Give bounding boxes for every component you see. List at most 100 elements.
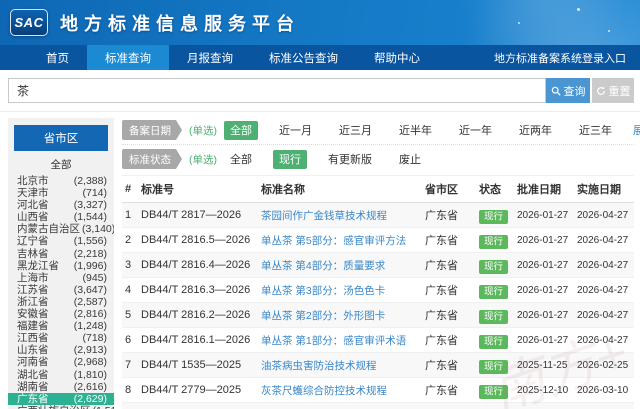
region-name: 辽宁省 <box>17 235 49 247</box>
row-number: 3 <box>122 253 138 278</box>
standard-name-link[interactable]: 茶园间作广金钱草技术规程 <box>261 210 387 222</box>
query-button[interactable]: 查询 <box>546 78 590 103</box>
region-count: (2,587) <box>74 296 107 308</box>
status-cell: 现行 <box>476 303 514 328</box>
sidebar-region-item[interactable]: 天津市(714) <box>8 187 114 199</box>
approve-date: 2026-01-27 <box>514 328 574 353</box>
status-badge: 现行 <box>479 385 508 399</box>
standard-name-link[interactable]: 单丛茶 第1部分：感官审评术语 <box>261 335 406 347</box>
table-row: 3DB44/T 2816.4—2026单丛茶 第4部分：质量要求广东省现行202… <box>122 253 634 278</box>
impl-date: 2026-04-27 <box>574 203 634 228</box>
region-name: 河北省 <box>17 199 49 211</box>
sidebar-region-item[interactable]: 湖北省(1,810) <box>8 369 114 381</box>
region-name: 湖南省 <box>17 381 49 393</box>
sidebar-region-item[interactable]: 湖南省(2,616) <box>8 381 114 393</box>
expand-link[interactable]: 展开 <box>633 122 640 138</box>
filter-option[interactable]: 全部 <box>224 150 258 169</box>
row-number: 1 <box>122 203 138 228</box>
sidebar-region-item[interactable]: 山东省(2,913) <box>8 344 114 356</box>
nav-item-3[interactable]: 月报查询 <box>169 45 251 70</box>
impl-date: 2026-03-10 <box>574 403 634 409</box>
standard-code: DB44/T 2779—2025 <box>138 378 258 403</box>
standard-name-cell: 单丛茶 第1部分：感官审评术语 <box>258 328 422 353</box>
region-count: (714) <box>82 187 107 199</box>
region-name: 上海市 <box>17 272 49 284</box>
sidebar-region-item[interactable]: 浙江省(2,587) <box>8 296 114 308</box>
standard-name-link[interactable]: 单丛茶 第3部分：汤色色卡 <box>261 285 385 297</box>
region-cell: 广东省 <box>422 203 476 228</box>
sidebar-region-item[interactable]: 河北省(3,327) <box>8 199 114 211</box>
sidebar-region-item[interactable]: 内蒙古自治区(3,140) <box>8 223 114 235</box>
sidebar-region-item[interactable]: 辽宁省 (1,556) <box>8 235 114 247</box>
standard-name-link[interactable]: 油茶病虫害防治技术规程 <box>261 360 377 372</box>
region-count: (3,647) <box>74 284 107 296</box>
standard-name-cell: 灰茶尺蠖综合防控技术规程 <box>258 378 422 403</box>
table-row: 4DB44/T 2816.3—2026单丛茶 第3部分：汤色色卡广东省现行202… <box>122 278 634 303</box>
standard-name-link[interactable]: 单丛茶 第4部分：质量要求 <box>261 260 385 272</box>
region-name: 河南省 <box>17 356 49 368</box>
standard-name-cell: 茶园间作广金钱草技术规程 <box>258 203 422 228</box>
standard-name-link[interactable]: 单丛茶 第2部分：外形图卡 <box>261 310 385 322</box>
filter-option[interactable]: 近三月 <box>333 121 378 140</box>
reset-button[interactable]: 重置 <box>592 78 634 103</box>
sidebar-title-province[interactable]: 省市区 <box>14 125 108 151</box>
sidebar-region-item[interactable]: 山西省(1,544) <box>8 211 114 223</box>
filter-option[interactable]: 近一月 <box>273 121 318 140</box>
site-title: 地方标准信息服务平台 <box>60 10 300 36</box>
region-name: 山西省 <box>17 211 49 223</box>
standard-name-link[interactable]: 单丛茶 第5部分：感官审评方法 <box>261 235 406 247</box>
standards-table: #标准号标准名称省市区状态批准日期实施日期 1DB44/T 2817—2026茶… <box>122 175 634 409</box>
reset-button-label: 重置 <box>609 83 631 99</box>
sidebar-region-item[interactable]: 上海市(945) <box>8 272 114 284</box>
standard-code: DB44/T 2816.2—2026 <box>138 303 258 328</box>
sidebar-region-item[interactable]: 福建省(1,248) <box>8 320 114 332</box>
filter-option[interactable]: 现行 <box>273 150 307 169</box>
filter-option[interactable]: 近一年 <box>453 121 498 140</box>
filter-row: 标准状态(单选)全部现行有更新版废止 <box>122 147 634 173</box>
sidebar-region-item[interactable]: 黑龙江省(1,996) <box>8 260 114 272</box>
standard-name-link[interactable]: 灰茶尺蠖综合防控技术规程 <box>261 385 387 397</box>
filter-option[interactable]: 近三年 <box>573 121 618 140</box>
region-name: 江西省 <box>17 332 49 344</box>
status-badge: 现行 <box>479 285 508 299</box>
sidebar-region-item[interactable]: 北京市(2,388) <box>8 175 114 187</box>
nav-item-1[interactable]: 首页 <box>28 45 87 70</box>
region-count: (1,810) <box>74 369 107 381</box>
region-name: 广东省 <box>17 393 49 405</box>
filter-option[interactable]: 全部 <box>224 121 258 140</box>
sidebar-region-item[interactable]: 安徽省(2,816) <box>8 308 114 320</box>
sidebar-region-item[interactable]: 江苏省(3,647) <box>8 284 114 296</box>
standard-code: DB44/T 1535—2025 <box>138 353 258 378</box>
sidebar-region-item[interactable]: 广东省(2,629) <box>8 393 114 405</box>
sidebar-region-item[interactable]: 江西省(718) <box>8 332 114 344</box>
region-name: 黑龙江省 <box>17 260 59 272</box>
search-icon <box>551 86 561 96</box>
region-cell: 广东省 <box>422 353 476 378</box>
filter-mode-hint: (单选) <box>189 152 217 167</box>
sparkle-dot <box>608 30 610 32</box>
status-badge: 现行 <box>479 360 508 374</box>
sidebar-region-item[interactable]: 广西壮族自治区(1,511) <box>8 405 114 409</box>
search-input[interactable] <box>8 78 546 103</box>
filter-option[interactable]: 近半年 <box>393 121 438 140</box>
nav-item-5[interactable]: 帮助中心 <box>356 45 438 70</box>
content-area: 省市区 全部 北京市(2,388)天津市(714)河北省(3,327)山西省(1… <box>0 112 640 409</box>
sidebar-item-all[interactable]: 全部 <box>8 155 114 175</box>
sidebar-region-item[interactable]: 河南省(2,968) <box>8 356 114 368</box>
nav-item-4[interactable]: 标准公告查询 <box>251 45 356 70</box>
row-number: 9 <box>122 403 138 409</box>
filing-system-login-link[interactable]: 地方标准备案系统登录入口 <box>494 45 640 70</box>
nav-item-2[interactable]: 标准查询 <box>87 45 169 70</box>
sidebar-region-item[interactable]: 吉林省(2,218) <box>8 248 114 260</box>
status-badge: 现行 <box>479 335 508 349</box>
region-cell: 广东省 <box>422 228 476 253</box>
filter-option[interactable]: 近两年 <box>513 121 558 140</box>
region-cell: 广东省 <box>422 253 476 278</box>
region-sidebar: 省市区 全部 北京市(2,388)天津市(714)河北省(3,327)山西省(1… <box>8 118 114 409</box>
region-count: (1,556) <box>74 235 107 247</box>
filter-option[interactable]: 有更新版 <box>322 150 378 169</box>
table-row: 9DB44/T 1441—2025茶小绿叶蝉综合防控技术规程广东省现行2025-… <box>122 403 634 409</box>
status-badge: 现行 <box>479 310 508 324</box>
filter-rows: 备案日期(单选)全部近一月近三月近半年近一年近两年近三年展开标准状态(单选)全部… <box>122 118 634 173</box>
filter-option[interactable]: 废止 <box>393 150 427 169</box>
